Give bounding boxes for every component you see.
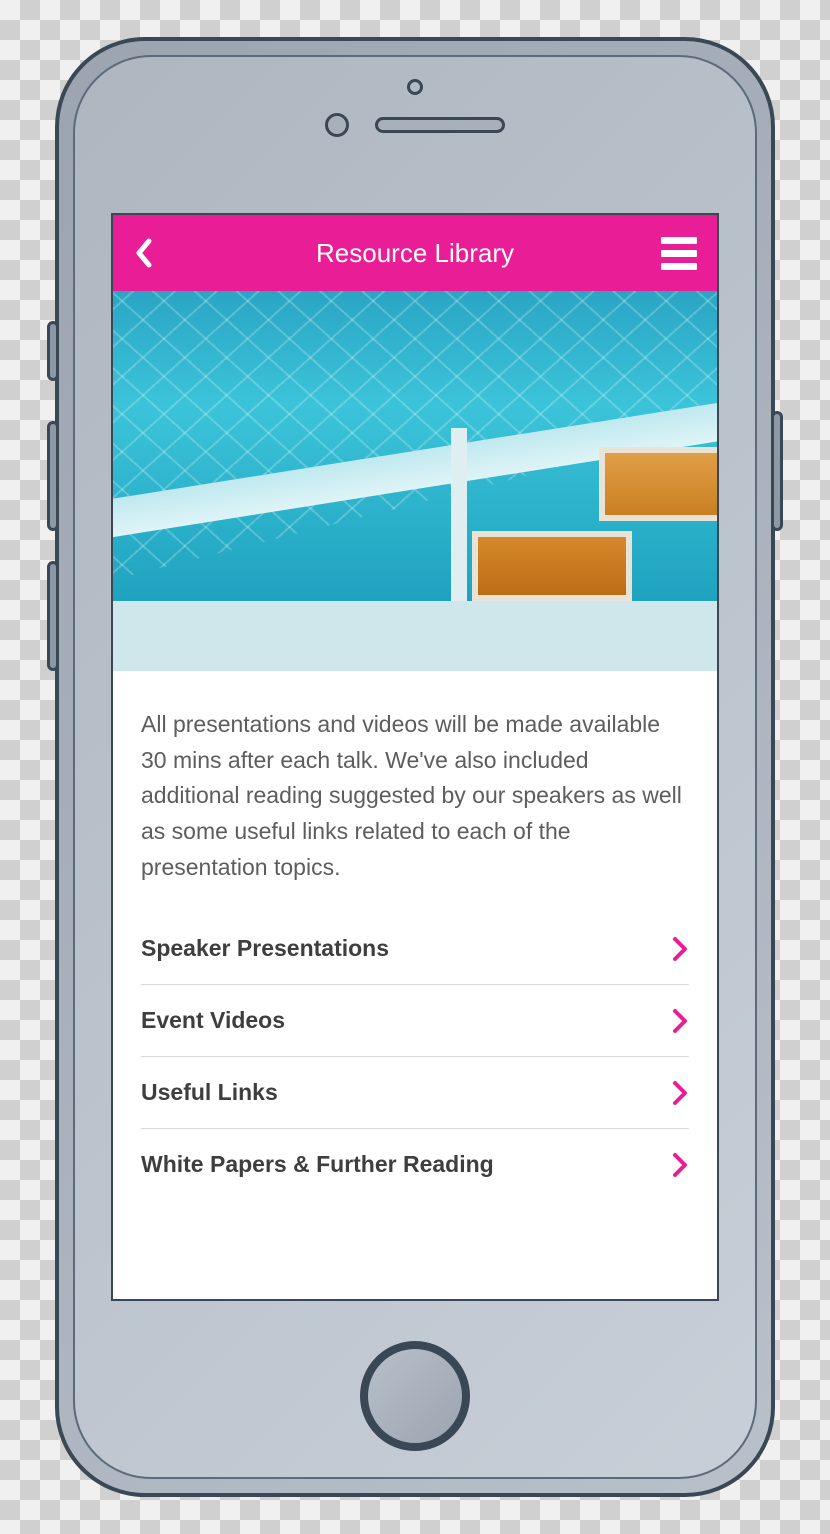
chevron-right-icon [671, 936, 689, 962]
power-button [771, 411, 783, 531]
list-item-white-papers[interactable]: White Papers & Further Reading [141, 1129, 689, 1200]
volume-up-button [47, 421, 59, 531]
list-item-label: White Papers & Further Reading [141, 1151, 494, 1178]
phone-frame: Resource Library All presentations and v… [55, 37, 775, 1497]
list-item-label: Useful Links [141, 1079, 278, 1106]
back-button[interactable] [133, 237, 173, 269]
volume-down-button [47, 561, 59, 671]
front-camera-icon [325, 113, 349, 137]
hamburger-icon [661, 263, 697, 270]
phone-bezel: Resource Library All presentations and v… [73, 55, 757, 1479]
hamburger-icon [661, 250, 697, 257]
chevron-right-icon [671, 1152, 689, 1178]
list-item-label: Speaker Presentations [141, 935, 389, 962]
earpiece-speaker-icon [375, 117, 505, 133]
earpiece-row [325, 113, 505, 137]
chevron-left-icon [133, 237, 153, 269]
sensor-icon [407, 79, 423, 95]
chevron-right-icon [671, 1008, 689, 1034]
content-area: All presentations and videos will be mad… [113, 671, 717, 1200]
menu-button[interactable] [657, 237, 697, 270]
hamburger-icon [661, 237, 697, 244]
chevron-right-icon [671, 1080, 689, 1106]
page-title: Resource Library [316, 238, 514, 269]
list-item-useful-links[interactable]: Useful Links [141, 1057, 689, 1129]
hero-image [113, 291, 717, 671]
list-item-label: Event Videos [141, 1007, 285, 1034]
list-item-speaker-presentations[interactable]: Speaker Presentations [141, 913, 689, 985]
mute-switch [47, 321, 59, 381]
nav-bar: Resource Library [113, 215, 717, 291]
home-button[interactable] [360, 1341, 470, 1451]
description-text: All presentations and videos will be mad… [141, 707, 689, 885]
list-item-event-videos[interactable]: Event Videos [141, 985, 689, 1057]
screen: Resource Library All presentations and v… [111, 213, 719, 1301]
